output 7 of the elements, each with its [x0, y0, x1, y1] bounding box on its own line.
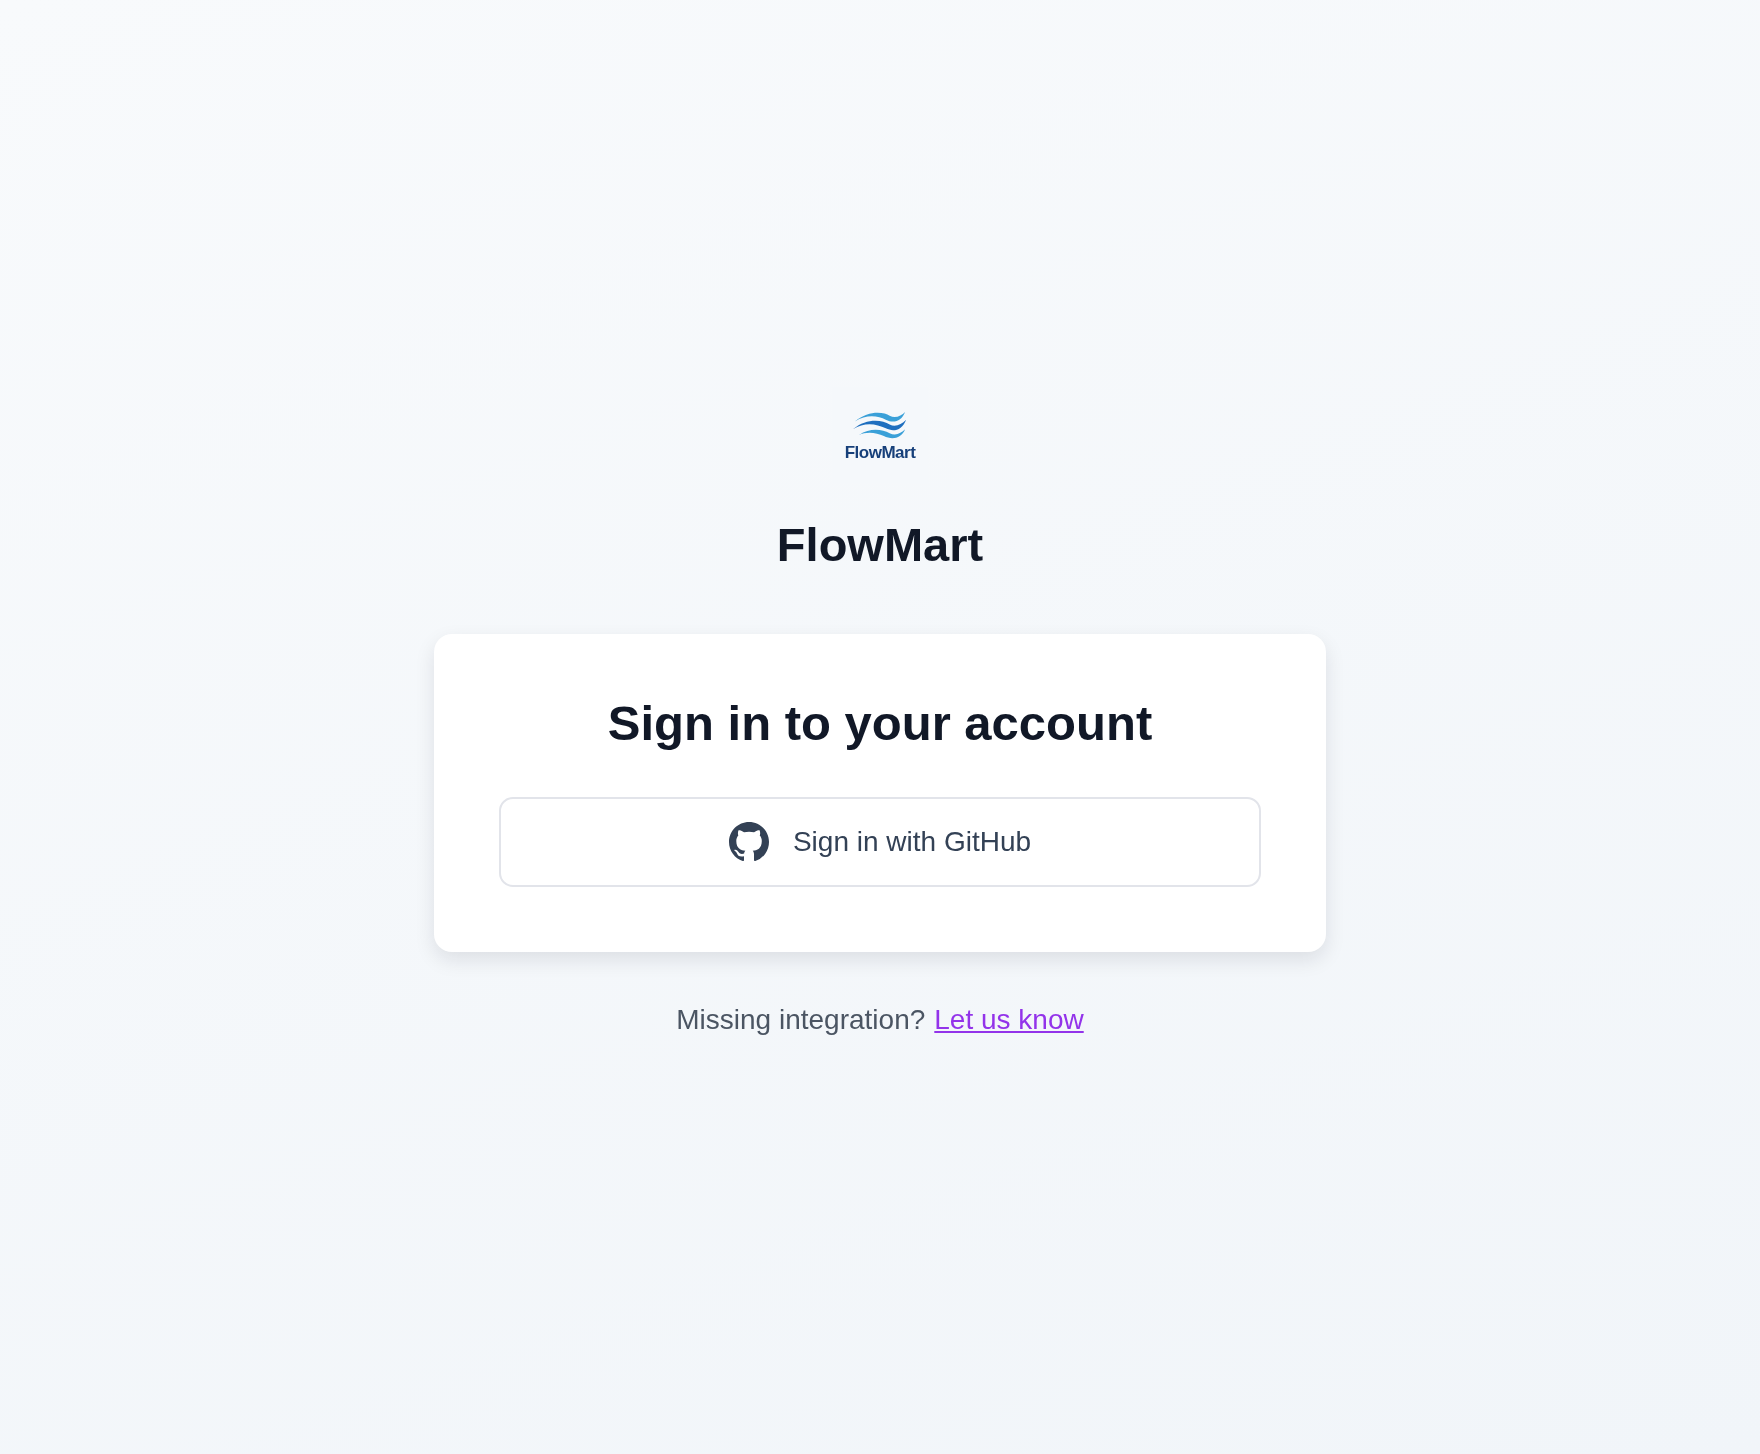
- app-name: FlowMart: [776, 517, 984, 572]
- card-heading: Sign in to your account: [607, 695, 1153, 752]
- github-icon: [728, 821, 769, 862]
- logo-wordmark: FlowMart: [844, 442, 916, 463]
- let-us-know-link[interactable]: Let us know: [934, 1003, 1084, 1036]
- footer-text: Missing integration?: [676, 1003, 926, 1036]
- github-sign-in-button[interactable]: Sign in with GitHub: [499, 796, 1261, 887]
